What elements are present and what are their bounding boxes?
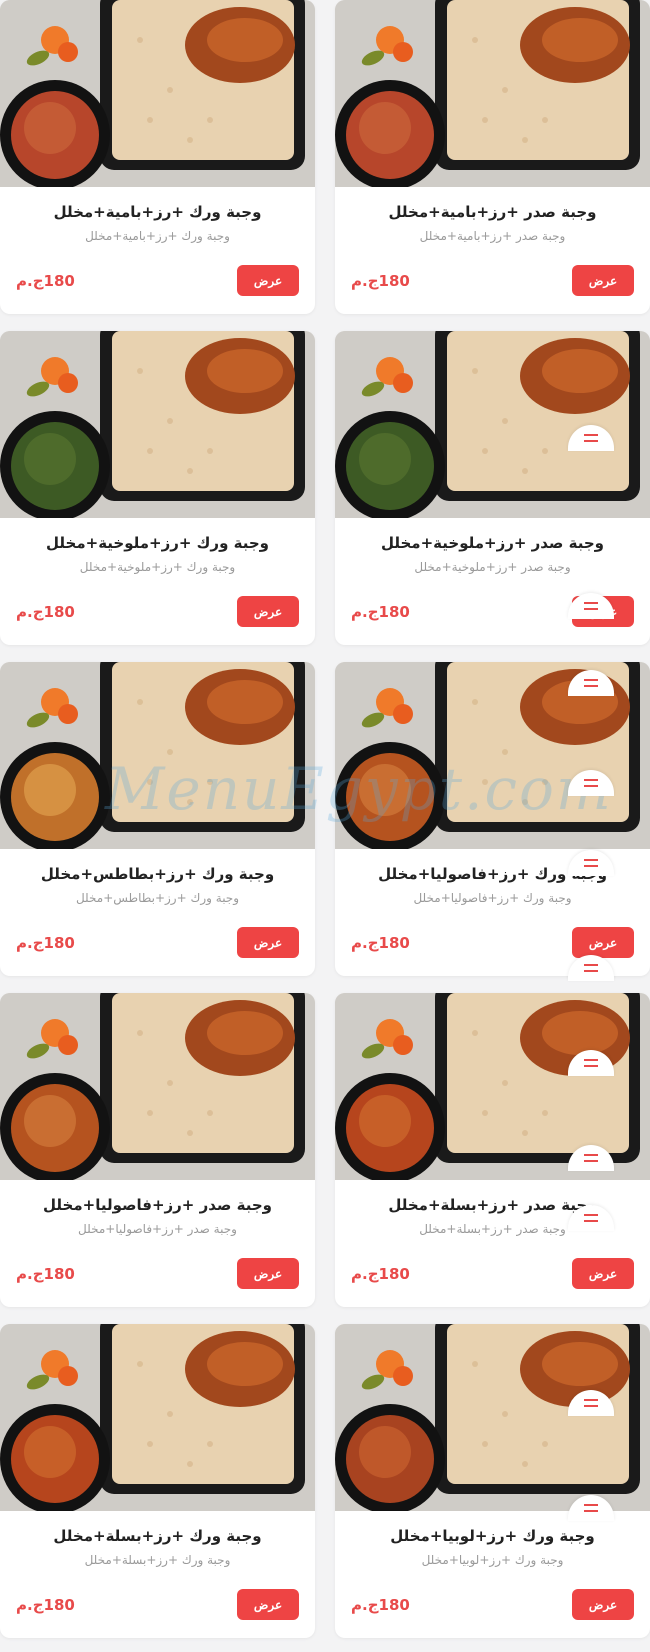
card-footer: 180ج.م عرض xyxy=(16,1589,299,1620)
meal-photo xyxy=(0,993,315,1180)
card-footer: 180ج.م عرض xyxy=(351,1258,634,1289)
item-description: وجبة صدر +رز+بامية+مخلل xyxy=(419,229,566,243)
item-price: 180ج.م xyxy=(16,602,75,621)
menu-item-card[interactable]: وجبة ورك +رز+فاصوليا+مخلل وجبة ورك +رز+ف… xyxy=(335,662,650,976)
item-price: 180ج.م xyxy=(16,271,75,290)
meal-photo xyxy=(0,662,315,849)
view-button[interactable]: عرض xyxy=(237,265,299,296)
item-description: وجبة ورك +رز+بسلة+مخلل xyxy=(84,1553,231,1567)
item-title: وجبة ورك +رز+بامية+مخلل xyxy=(53,203,262,221)
item-title: وجبة صدر +رز+بامية+مخلل xyxy=(388,203,597,221)
view-button[interactable]: عرض xyxy=(572,927,634,958)
view-button[interactable]: عرض xyxy=(237,927,299,958)
menu-grid: وجبة صدر +رز+بامية+مخلل وجبة صدر +رز+بام… xyxy=(0,0,650,1638)
item-description: وجبة ورك +رز+لوبيا+مخلل xyxy=(421,1553,564,1567)
item-price: 180ج.م xyxy=(351,271,410,290)
view-button[interactable]: عرض xyxy=(572,265,634,296)
view-button[interactable]: عرض xyxy=(237,596,299,627)
item-description: وجبة صدر +رز+ملوخية+مخلل xyxy=(414,560,571,574)
meal-photo xyxy=(335,1324,650,1511)
menu-item-card[interactable]: وجبة ورك +رز+بطاطس+مخلل وجبة ورك +رز+بطا… xyxy=(0,662,315,976)
item-price: 180ج.م xyxy=(16,1595,75,1614)
card-footer: 180ج.م عرض xyxy=(351,927,634,958)
item-price: 180ج.م xyxy=(351,1264,410,1283)
card-footer: 180ج.م عرض xyxy=(351,265,634,296)
item-description: وجبة ورك +رز+بامية+مخلل xyxy=(85,229,230,243)
menu-item-card[interactable]: وجبة ورك +رز+بسلة+مخلل وجبة ورك +رز+بسلة… xyxy=(0,1324,315,1638)
view-button[interactable]: عرض xyxy=(572,1589,634,1620)
item-price: 180ج.م xyxy=(351,1595,410,1614)
item-price: 180ج.م xyxy=(16,1264,75,1283)
card-footer: 180ج.م عرض xyxy=(16,927,299,958)
item-title: وجبة ورك +رز+بسلة+مخلل xyxy=(53,1527,262,1545)
meal-photo xyxy=(0,1324,315,1511)
item-description: وجبة ورك +رز+ملوخية+مخلل xyxy=(79,560,236,574)
item-price: 180ج.م xyxy=(16,933,75,952)
card-footer: 180ج.م عرض xyxy=(351,1589,634,1620)
view-button[interactable]: عرض xyxy=(237,1589,299,1620)
item-description: وجبة ورك +رز+فاصوليا+مخلل xyxy=(413,891,572,905)
item-price: 180ج.م xyxy=(351,602,410,621)
item-title: وجبة ورك +رز+بطاطس+مخلل xyxy=(40,865,275,883)
item-title: وجبة ورك +رز+ملوخية+مخلل xyxy=(46,534,269,552)
item-title: وجبة ورك +رز+لوبيا+مخلل xyxy=(390,1527,595,1545)
card-footer: 180ج.م عرض xyxy=(16,1258,299,1289)
view-button[interactable]: عرض xyxy=(572,1258,634,1289)
view-button[interactable]: عرض xyxy=(237,1258,299,1289)
menu-item-card[interactable]: وجبة صدر +رز+فاصوليا+مخلل وجبة صدر +رز+ف… xyxy=(0,993,315,1307)
item-description: وجبة صدر +رز+فاصوليا+مخلل xyxy=(78,1222,237,1236)
menu-item-card[interactable]: وجبة ورك +رز+بامية+مخلل وجبة ورك +رز+بام… xyxy=(0,0,315,314)
menu-item-card[interactable]: وجبة صدر +رز+بامية+مخلل وجبة صدر +رز+بام… xyxy=(335,0,650,314)
menu-item-card[interactable]: وجبة ورك +رز+ملوخية+مخلل وجبة ورك +رز+مل… xyxy=(0,331,315,645)
item-description: وجبة ورك +رز+بطاطس+مخلل xyxy=(75,891,240,905)
meal-photo xyxy=(335,0,650,187)
meal-photo xyxy=(335,331,650,518)
card-footer: 180ج.م عرض xyxy=(16,596,299,627)
card-footer: 180ج.م عرض xyxy=(16,265,299,296)
item-price: 180ج.م xyxy=(351,933,410,952)
meal-photo xyxy=(0,0,315,187)
menu-item-card[interactable]: وجبة ورك +رز+لوبيا+مخلل وجبة ورك +رز+لوب… xyxy=(335,1324,650,1638)
item-title: وجبة صدر +رز+ملوخية+مخلل xyxy=(380,534,605,552)
meal-photo xyxy=(0,331,315,518)
item-title: وجبة صدر +رز+فاصوليا+مخلل xyxy=(43,1196,272,1214)
